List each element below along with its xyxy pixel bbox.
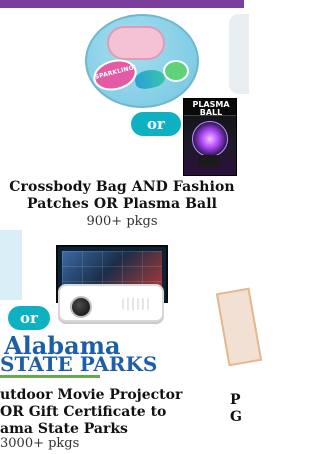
next-item-title-line: G xyxy=(230,409,242,425)
projector-lens xyxy=(70,296,92,318)
item-title[interactable]: utdoor Movie Projector OR Gift Certifica… xyxy=(0,387,183,438)
top-band xyxy=(0,0,244,8)
plasma-base xyxy=(198,155,220,167)
next-item-card-edge[interactable] xyxy=(215,287,263,367)
item-title-line: utdoor Movie Projector xyxy=(0,387,183,403)
sparkling-patch: SPARKLING! xyxy=(90,55,140,95)
next-item-card-edge[interactable] xyxy=(229,14,249,94)
fashion-patches-image[interactable]: SPARKLING! xyxy=(85,14,199,108)
plasma-orb xyxy=(192,121,228,157)
alabama-state-parks-logo[interactable]: Alabama STATE PARKS xyxy=(0,334,158,378)
item-title-line: Patches OR Plasma Ball xyxy=(26,196,218,212)
plasma-box-label: PLASMA BALL xyxy=(192,100,230,117)
or-badge: or xyxy=(131,112,181,136)
projector-vent xyxy=(122,298,150,310)
logo-underline xyxy=(0,375,100,378)
item-title-line: Crossbody Bag AND Fashion xyxy=(9,179,235,195)
item-count: 900+ pkgs xyxy=(86,214,158,229)
next-item-title-fragment[interactable]: P G xyxy=(230,392,260,426)
frog-icon xyxy=(163,60,189,82)
previous-item-card-edge[interactable] xyxy=(0,230,22,300)
or-badge: or xyxy=(8,306,50,330)
plasma-ball-box-image[interactable]: PLASMA BALL xyxy=(183,98,237,176)
item-title[interactable]: Crossbody Bag AND Fashion Patches OR Pla… xyxy=(0,179,244,213)
sparkling-patch-text: SPARKLING! xyxy=(94,63,138,81)
next-item-title-line: P xyxy=(230,392,241,408)
hummingbird-icon xyxy=(133,67,167,91)
logo-state-parks: STATE PARKS xyxy=(0,352,158,376)
item-title-line: OR Gift Certificate to xyxy=(0,404,167,420)
plasma-box-top: PLASMA BALL xyxy=(184,99,236,117)
axolotl-icon xyxy=(107,26,165,60)
item-count: 3000+ pkgs xyxy=(0,436,80,451)
movie-projector-image[interactable] xyxy=(58,284,164,322)
